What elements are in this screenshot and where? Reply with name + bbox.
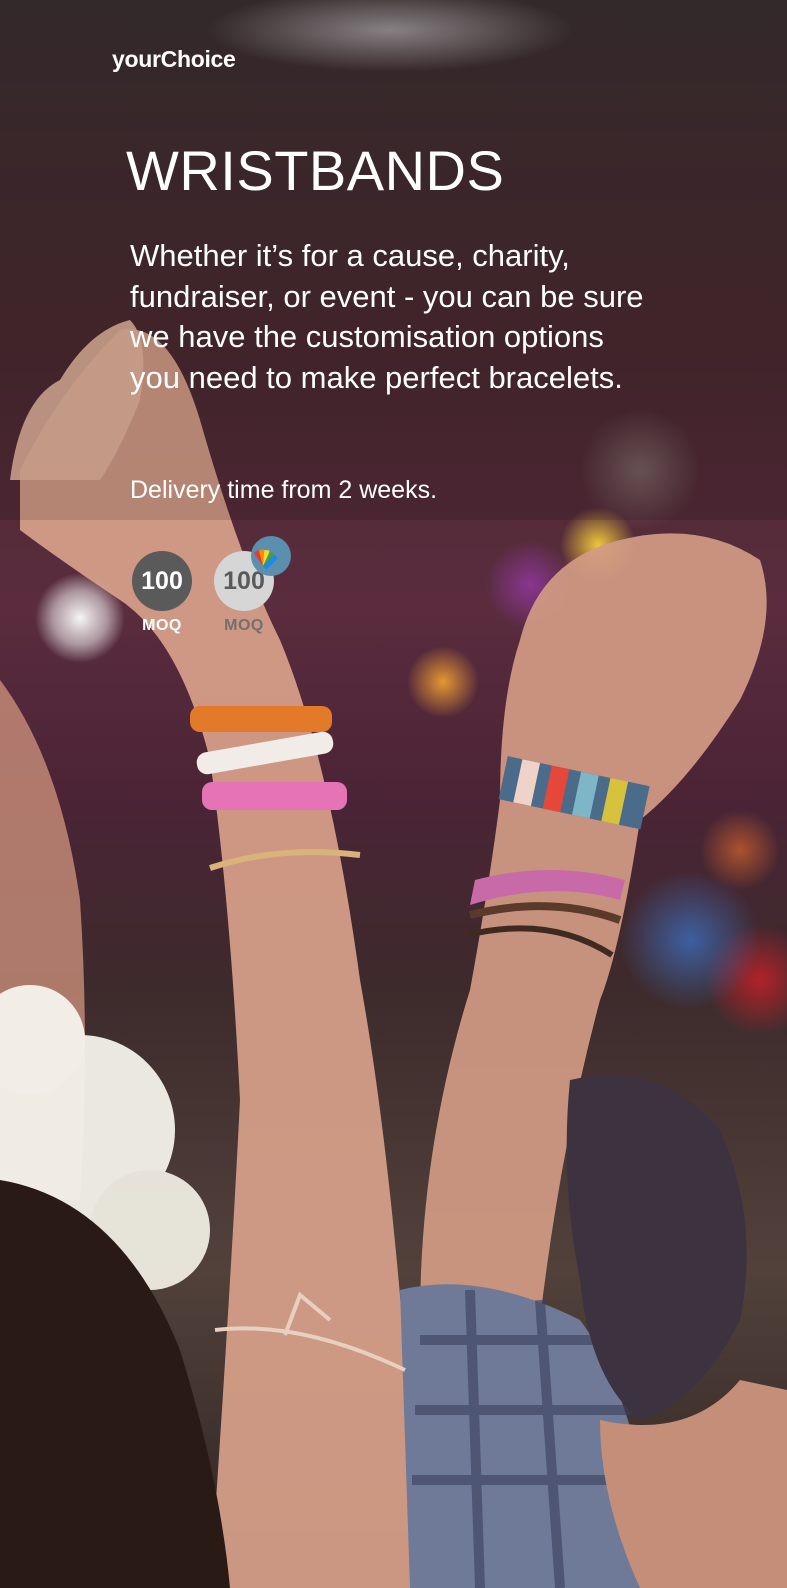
- moq-caption: MOQ: [224, 617, 264, 634]
- delivery-time: Delivery time from 2 weeks.: [130, 476, 438, 504]
- brand-logo[interactable]: yourChoice: [112, 46, 236, 73]
- pink-wristband: [202, 782, 347, 810]
- intro-paragraph: Whether it’s for a cause, charity, fundr…: [130, 238, 644, 395]
- moq-caption: MOQ: [142, 617, 182, 634]
- wristbands-page: yourChoice WRISTBANDS Whether it’s for a…: [0, 0, 787, 1588]
- moq-badge: 100 MOQ: [131, 551, 193, 635]
- color-swatch-icon: [251, 536, 291, 576]
- page-title: WRISTBANDS: [126, 139, 505, 202]
- orange-wristband: [190, 706, 332, 732]
- color-fan-glyph: [253, 549, 278, 570]
- moq-value: 100: [132, 551, 192, 611]
